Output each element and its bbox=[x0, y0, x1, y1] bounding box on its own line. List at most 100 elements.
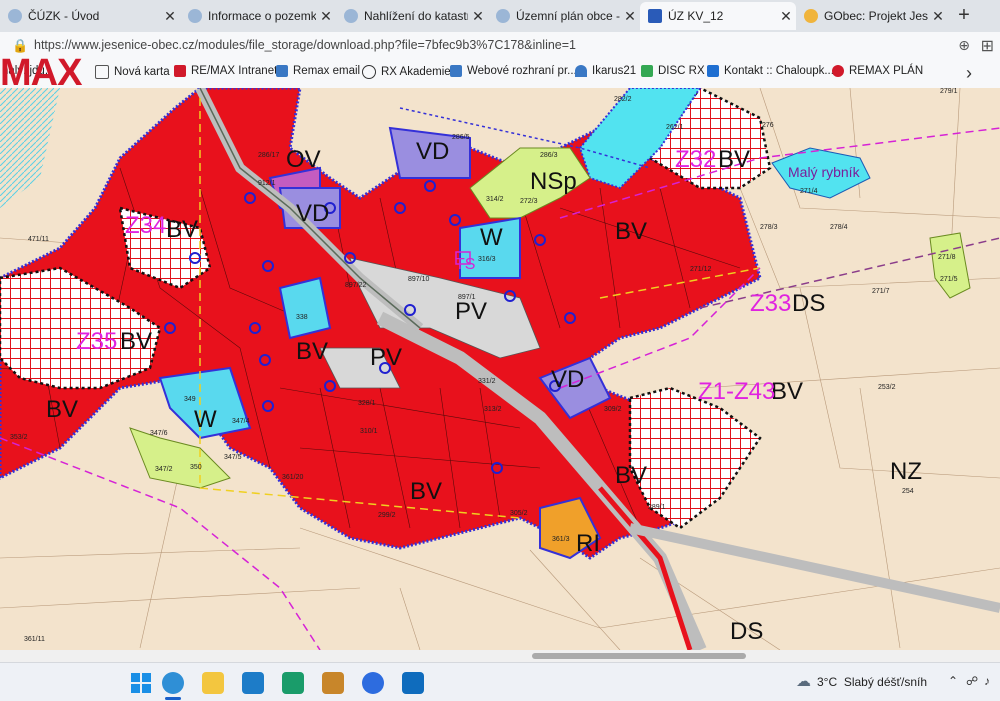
zone-label: RI bbox=[576, 530, 600, 557]
parcel-number: 254 bbox=[902, 488, 914, 495]
gobec-icon bbox=[804, 9, 818, 23]
close-icon[interactable]: ✕ bbox=[620, 8, 640, 25]
bookmark-item[interactable]: Nová karta bbox=[95, 65, 170, 79]
parcel-number: 271/8 bbox=[938, 254, 956, 261]
tab-uzemni-plan[interactable]: Územní plán obce - Ofic ✕ bbox=[488, 2, 640, 30]
bookmark-item[interactable]: REMAX PLÁN bbox=[832, 65, 923, 77]
edge-icon[interactable] bbox=[162, 672, 184, 694]
chevron-up-icon[interactable]: ⌃ bbox=[948, 674, 958, 688]
zone-label: DS bbox=[730, 618, 764, 645]
weather-widget[interactable]: 3°C Slabý déšť/sníh bbox=[817, 675, 927, 689]
photos-icon[interactable] bbox=[322, 672, 344, 694]
parcel-number: 299/2 bbox=[378, 512, 396, 519]
weather-text: Slabý déšť/sníh bbox=[843, 675, 928, 689]
parcel-number: 347/6 bbox=[150, 430, 168, 437]
bookmark-item[interactable]: Remax email bbox=[276, 65, 360, 77]
close-icon[interactable]: ✕ bbox=[776, 8, 796, 25]
tab-title: ÚZ KV_12 bbox=[668, 9, 724, 23]
zone-label: W bbox=[480, 224, 503, 251]
globe-icon bbox=[496, 9, 510, 23]
pdf-icon bbox=[648, 9, 662, 23]
map-viewer[interactable]: OV VD VD VD NSp BV BV BV BV BV BV BV BV … bbox=[0, 88, 1000, 650]
url-field[interactable]: https://www.jesenice-obec.cz/modules/fil… bbox=[34, 38, 576, 52]
parcel-number: 361/3 bbox=[552, 536, 570, 543]
parcel-number: 313/2 bbox=[484, 406, 502, 413]
tab-title: Nahlížení do katastru ne bbox=[364, 9, 468, 23]
parcel-number: 897/22 bbox=[345, 282, 367, 289]
parcel-number: 271/4 bbox=[800, 188, 818, 195]
close-icon[interactable]: ✕ bbox=[160, 8, 180, 25]
network-icon[interactable]: ☍ bbox=[966, 674, 978, 688]
new-tab-button[interactable]: + bbox=[952, 4, 976, 28]
parcel-number: 271/5 bbox=[940, 276, 958, 283]
folder-icon[interactable] bbox=[202, 672, 224, 694]
globe-icon bbox=[362, 65, 376, 79]
parcel-number: 328/1 bbox=[358, 400, 376, 407]
cube-icon bbox=[450, 65, 462, 77]
parcel-number: 361/11 bbox=[24, 636, 45, 643]
parcel-number: 289/1 bbox=[648, 504, 666, 511]
bookmark-item[interactable]: Ikarus21 bbox=[575, 65, 636, 77]
tab-nahlizeni[interactable]: Nahlížení do katastru ne ✕ bbox=[336, 2, 488, 30]
bookmarks-bar: nalý..jdu.. Nová karta RE/MAX Intranet R… bbox=[0, 60, 1000, 89]
bookmark-item[interactable]: DISC RX bbox=[641, 65, 705, 77]
zoom-app-icon[interactable] bbox=[362, 672, 384, 694]
horizontal-scrollbar[interactable] bbox=[0, 650, 1000, 662]
ikarus-icon bbox=[575, 65, 587, 77]
zone-label: BV bbox=[771, 378, 804, 405]
add-favorite-icon[interactable]: ⊞ bbox=[981, 36, 994, 56]
bookmark-item[interactable]: RE/MAX Intranet bbox=[174, 65, 277, 77]
parcel-number: 897/1 bbox=[458, 294, 476, 301]
tab-cuzk[interactable]: ČÚZK - Úvod ✕ bbox=[0, 2, 180, 30]
zone-label: Z1-Z43 bbox=[698, 378, 776, 405]
parcel-number: 353/2 bbox=[10, 434, 28, 441]
parcel-number: 286/5 bbox=[452, 134, 470, 141]
tab-uz-kv12[interactable]: ÚZ KV_12 ✕ bbox=[640, 2, 796, 30]
zone-label: VD bbox=[296, 200, 330, 227]
tab-title: Informace o pozemku | Na bbox=[208, 9, 316, 23]
scrollbar-thumb[interactable] bbox=[532, 653, 746, 659]
zone-label: W bbox=[194, 406, 217, 433]
bookmark-item[interactable]: Kontakt :: Chaloupk... bbox=[707, 65, 834, 77]
tab-informace[interactable]: Informace o pozemku | Na ✕ bbox=[180, 2, 336, 30]
parcel-number: 286/17 bbox=[258, 152, 280, 159]
parcel-number: 347/2 bbox=[155, 466, 173, 473]
bookmark-item[interactable]: RX Akademie bbox=[362, 65, 451, 79]
store-icon[interactable] bbox=[242, 672, 264, 694]
parcel-number: 271/12 bbox=[690, 266, 712, 273]
start-icon[interactable] bbox=[130, 672, 152, 694]
zone-label: Z35 bbox=[76, 328, 118, 355]
parcel-number: 282/2 bbox=[614, 96, 632, 103]
parcel-number: 471/11 bbox=[28, 236, 49, 243]
zone-label: VD bbox=[551, 366, 585, 393]
globe-icon bbox=[188, 9, 202, 23]
volume-icon[interactable]: ♪ bbox=[984, 674, 990, 688]
close-icon[interactable]: ✕ bbox=[468, 8, 488, 25]
close-icon[interactable]: ✕ bbox=[928, 8, 948, 25]
bookmark-label: RE/MAX Intranet bbox=[191, 65, 278, 77]
outlook-icon[interactable] bbox=[402, 672, 424, 694]
parcel-number: 278/3 bbox=[760, 224, 778, 231]
zone-label: NZ bbox=[890, 458, 922, 485]
weather-icon[interactable]: ☁ bbox=[796, 672, 811, 690]
zoom-icon[interactable]: ⊕ bbox=[958, 37, 970, 54]
parcel-number: 314/2 bbox=[486, 196, 504, 203]
parcel-number: 331/2 bbox=[478, 378, 496, 385]
parcel-number: 350 bbox=[190, 464, 202, 471]
zone-label: BV bbox=[166, 216, 199, 243]
zone-label: PV bbox=[455, 298, 488, 325]
bookmark-label: REMAX PLÁN bbox=[849, 65, 924, 77]
parcel-number: 310/1 bbox=[360, 428, 378, 435]
bookmark-item[interactable]: Webové rozhraní pr... bbox=[450, 65, 577, 77]
remax-balloon-icon bbox=[832, 65, 844, 77]
bookmarks-overflow-button[interactable]: › bbox=[966, 63, 972, 84]
close-icon[interactable]: ✕ bbox=[316, 8, 336, 25]
parcel-number: 271/7 bbox=[872, 288, 890, 295]
zone-label: BV bbox=[46, 396, 79, 423]
taskbar: ☁ 3°C Slabý déšť/sníh ⌃ ☍ ♪ bbox=[0, 662, 1000, 701]
calendar-icon[interactable] bbox=[282, 672, 304, 694]
zone-label: Z33 bbox=[750, 290, 792, 317]
zone-label: Malý rybník bbox=[788, 164, 860, 180]
tab-gobec[interactable]: GObec: Projekt Jesenice ✕ bbox=[796, 2, 948, 30]
parcel-number: 309/2 bbox=[604, 406, 622, 413]
